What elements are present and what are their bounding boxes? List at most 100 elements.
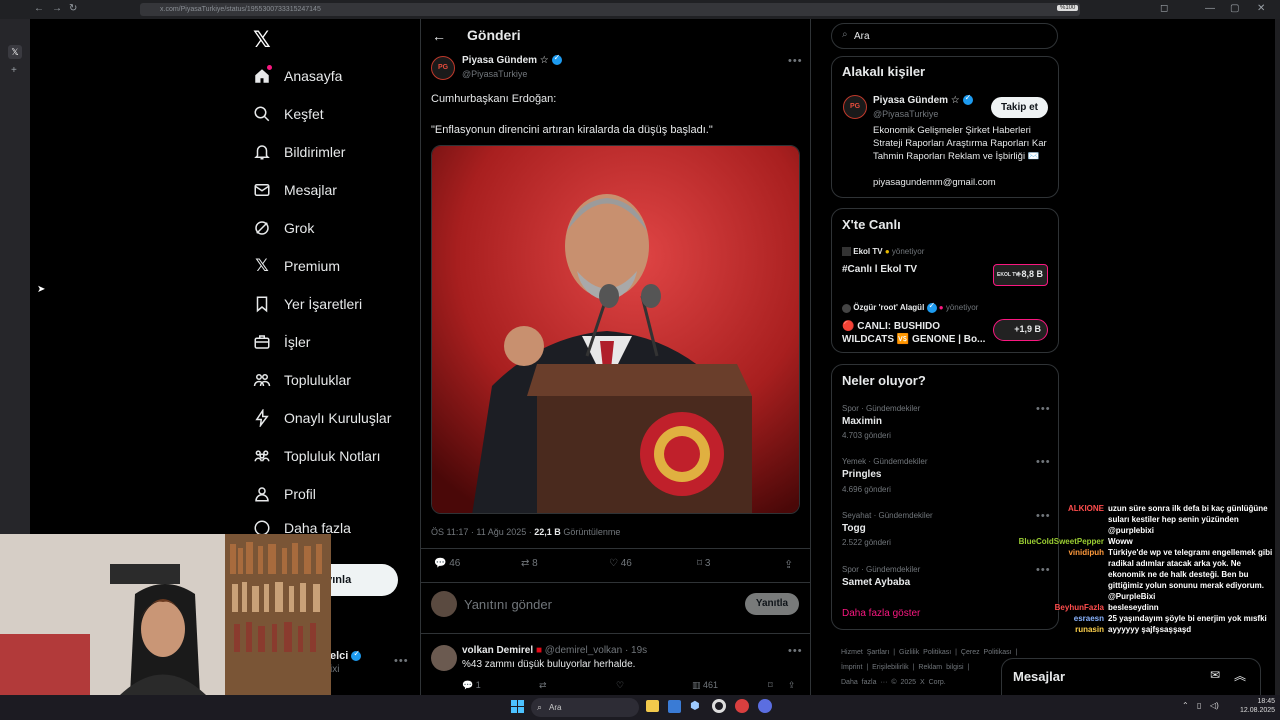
sidebar-item-jobs[interactable]: İşler (253, 323, 310, 361)
new-message-icon[interactable]: ✉ (1210, 668, 1220, 682)
tray-chevron-icon[interactable]: ⌃ (1182, 701, 1189, 710)
sidebar-item-label: Premium (284, 258, 341, 274)
sidebar-item-label: Topluluklar (284, 372, 351, 388)
back-arrow-icon[interactable]: ← (432, 28, 446, 44)
extension-icon[interactable]: ◻ (1160, 3, 1168, 14)
related-name[interactable]: Piyasa Gündem ☆ (873, 93, 973, 106)
follow-button[interactable]: Takip et (991, 97, 1048, 118)
avatar[interactable]: PG (843, 95, 867, 119)
search-input[interactable]: Ara (854, 31, 870, 42)
search-icon: ⌕ (537, 702, 543, 712)
notification-dot (267, 65, 272, 70)
live-listeners[interactable]: +1,9 B (993, 319, 1048, 341)
repost-icon[interactable]: ⇄ (539, 680, 547, 691)
sidebar-item-messages[interactable]: Mesajlar (253, 171, 337, 209)
sidebar-item-verified-orgs[interactable]: Onaylı Kuruluşlar (253, 399, 391, 437)
steam-icon[interactable]: ⬢ (690, 699, 700, 712)
trend-category: Spor · Gündemdekiler (842, 404, 921, 413)
trend-name[interactable]: Maximin (842, 416, 882, 427)
footer-link[interactable]: Erişilebilirlik (872, 664, 909, 671)
trend-name[interactable]: Togg (842, 523, 866, 534)
x-tab-icon[interactable]: 𝕏 (8, 45, 22, 59)
sidebar-item-explore[interactable]: Keşfet (253, 95, 324, 133)
bookmark-action[interactable]: ⌑ 3 (697, 558, 710, 569)
reload-icon[interactable]: ↻ (69, 3, 77, 14)
sidebar-item-bookmarks[interactable]: Yer İşaretleri (253, 285, 362, 323)
post-author[interactable]: Piyasa Gündem ☆ (462, 53, 562, 66)
post-more-icon[interactable]: ••• (788, 55, 803, 67)
network-icon[interactable]: ▯ (1197, 701, 1201, 710)
trend-more-icon[interactable]: ••• (1036, 403, 1051, 415)
post-image[interactable] (431, 145, 800, 514)
browser-icon[interactable] (735, 699, 749, 713)
footer-link[interactable]: Çerez Politikası (961, 649, 1012, 656)
share-icon[interactable]: ⇪ (784, 558, 793, 571)
folder-icon[interactable] (646, 700, 659, 712)
obs-icon[interactable] (712, 699, 726, 713)
forward-icon[interactable]: → (52, 3, 62, 14)
reply-more-icon[interactable]: ••• (788, 645, 803, 657)
trend-category: Yemek · Gündemdekiler (842, 457, 928, 466)
share-icon[interactable]: ⇪ (788, 680, 796, 691)
taskbar-search[interactable]: ⌕ Ara (531, 698, 639, 717)
trend-count: 4.696 gönderi (842, 485, 891, 494)
footer-link[interactable]: Reklam bilgisi (918, 664, 963, 671)
avatar[interactable] (431, 645, 457, 671)
live-host[interactable]: Özgür 'root' Alagül ● yönetiyor (842, 301, 978, 313)
sidebar-item-premium[interactable]: 𝕏 Premium (253, 247, 340, 285)
windows-start-icon[interactable] (511, 700, 524, 713)
footer-more[interactable]: Daha fazla ··· (841, 679, 887, 686)
zoom-badge[interactable]: %100 (1057, 5, 1079, 11)
views-action[interactable]: ▥ 461 (692, 680, 718, 691)
post-handle[interactable]: @PiyasaTurkiye (462, 69, 527, 79)
app-icon[interactable] (758, 699, 772, 713)
related-handle[interactable]: @PiyasaTurkiye (873, 109, 938, 119)
account-name[interactable]: elci (330, 649, 362, 662)
maximize-icon[interactable]: ▢ (1230, 3, 1239, 14)
live-listeners[interactable]: EKOL TV +8,8 B (993, 264, 1048, 286)
heart-icon[interactable]: ♡ (616, 680, 624, 691)
trend-name[interactable]: Samet Aybaba (842, 577, 910, 588)
trend-name[interactable]: Pringles (842, 469, 881, 480)
volume-icon[interactable]: ◁) (1210, 701, 1219, 710)
reply-input[interactable]: Yanıtını gönder (464, 597, 552, 612)
reply-author[interactable]: volkan Demirel ■ @demirel_volkan · 19s (462, 645, 647, 656)
store-icon[interactable] (668, 700, 681, 713)
back-icon[interactable]: ← (34, 3, 44, 14)
live-host[interactable]: Ekol TV ● yönetiyor (842, 247, 924, 257)
minimize-icon[interactable]: — (1205, 3, 1215, 14)
footer-link[interactable]: Gizlilik Politikası (899, 649, 951, 656)
stream-chat: ALKIONE uzun süre sonra ilk defa bi kaç … (1000, 503, 1278, 635)
address-bar[interactable]: x.com/PiyasaTurkiye/status/1955300733315… (140, 3, 1080, 16)
reply-reply-action[interactable]: 💬 1 (462, 680, 481, 691)
expand-icon[interactable]: ︽ (1234, 667, 1246, 684)
search-icon: ⌕ (842, 29, 848, 40)
sidebar-item-communities[interactable]: Topluluklar (253, 361, 351, 399)
chat-user: ALKIONE (1068, 504, 1104, 513)
x-logo-icon[interactable]: 𝕏 (253, 27, 271, 53)
new-tab-icon[interactable]: + (11, 65, 17, 76)
show-more-link[interactable]: Daha fazla göster (842, 608, 920, 619)
sidebar-item-home[interactable]: Anasayfa (253, 57, 342, 95)
close-icon[interactable]: ✕ (1257, 3, 1265, 14)
like-action[interactable]: ♡ 46 (609, 558, 632, 569)
messages-drawer[interactable]: Mesajlar ✉ ︽ (1001, 658, 1261, 695)
clock[interactable]: 18:45 12.08.2025 (1240, 697, 1275, 715)
reply-button[interactable]: Yanıtla (745, 593, 799, 615)
page-title: Gönderi (467, 27, 521, 43)
sidebar-item-grok[interactable]: Grok (253, 209, 314, 247)
search-box[interactable]: ⌕ Ara (831, 23, 1058, 49)
footer-link[interactable]: Hizmet Şartları (841, 649, 889, 656)
bookmark-icon[interactable]: ⌑ (768, 680, 773, 691)
repost-action[interactable]: ⇄ 8 (521, 558, 538, 569)
live-stream-title[interactable]: #Canlı l Ekol TV (842, 264, 917, 275)
footer-link[interactable]: İmprint (841, 664, 862, 671)
trend-more-icon[interactable]: ••• (1036, 456, 1051, 468)
sidebar-item-community-notes[interactable]: Topluluk Notları (253, 437, 381, 475)
avatar[interactable]: PG (431, 56, 455, 80)
reply-action[interactable]: 💬 46 (434, 558, 460, 569)
sidebar-item-profile[interactable]: Profil (253, 475, 316, 513)
account-menu-icon[interactable]: ••• (394, 655, 409, 667)
sidebar-item-notifications[interactable]: Bildirimler (253, 133, 345, 171)
live-stream-title[interactable]: 🔴 CANLI: BUSHIDO WILDCATS 🆚 GENONE | Bo.… (842, 320, 990, 346)
